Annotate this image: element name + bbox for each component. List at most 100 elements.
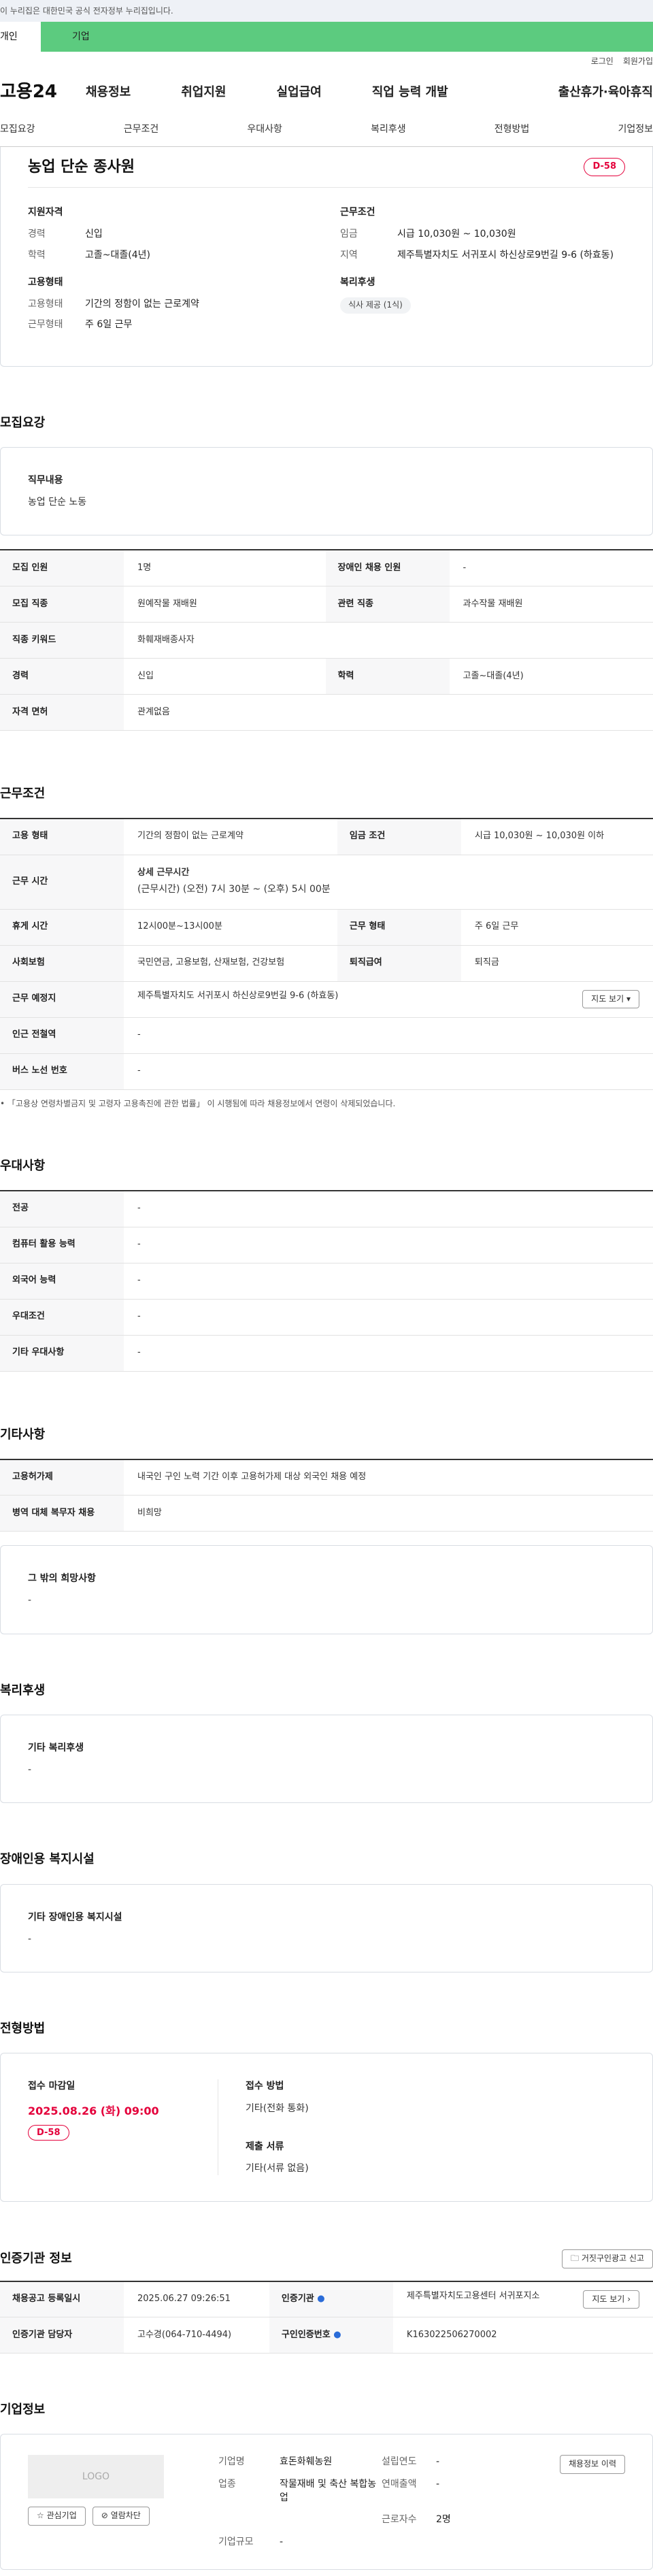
block-company-button[interactable]: ⊘ 열람차단 [92,2507,150,2526]
emp-key: 고용형태 [28,299,63,310]
table-row: 전공 - [0,1191,653,1227]
qualification-title: 지원자격 [28,207,63,218]
cell-value: 원예작물 재배원 [124,586,326,623]
tab-recruit[interactable]: 모집요강 [0,122,35,136]
site-logo[interactable]: 고용24 [0,80,86,105]
topbar: 로그인 회원가입 [0,52,653,72]
agency-table: 채용공고 등록일시 2025.06.27 09:26:51 인증기관 ● 제주특별… [0,2280,653,2354]
company-logo: LOGO [28,2455,164,2499]
cell-key: 모집 직종 [0,586,124,623]
company-employees: 2명 [436,2514,451,2526]
cell-value: 관계없음 [124,694,653,731]
cell-value: 내국인 구인 노력 기간 이후 고용허가제 대상 외국인 채용 예정 [124,1459,653,1496]
table-row: 기타 우대사항 - [0,1335,653,1372]
table-row: 외국어 능력 - [0,1263,653,1300]
cell-key: 근무 시간 [0,855,124,910]
recruit-title: 모집요강 [0,415,46,430]
nav-jobs[interactable]: 채용정보 [86,84,131,101]
cell-key: 직종 키워드 [0,622,124,659]
deadline-value: 2025.08.26 (화) 09:00 [28,2104,159,2117]
tab-welfare[interactable]: 복리후생 [371,122,406,136]
qualification-block: 지원자격 경력 신입 학력 고졸~대졸(4년) [28,205,313,262]
cell-value: - [124,1227,653,1264]
table-row: 채용공고 등록일시 2025.06.27 09:26:51 인증기관 ● 제주특별… [0,2281,653,2318]
company-size: - [280,2536,284,2547]
cert-no-key-label: 구인인증번호 [281,2329,331,2340]
deadline-dday-badge: D-58 [28,2124,69,2141]
emp-key: 근무형태 [28,319,63,331]
table-row: 컴퓨터 활용 능력 - [0,1227,653,1264]
cell-key: 고용 형태 [0,819,124,855]
nav-employment-support[interactable]: 취업지원 [181,84,226,101]
disabled-box-title: 기타 장애인용 복지시설 [28,1911,122,1923]
wish-box: 그 밖의 희망사항 - [0,1545,653,1634]
employment-title: 고용형태 [28,276,63,288]
signup-link[interactable]: 회원가입 [623,56,653,67]
duty-box: 직무내용 농업 단순 노동 [0,446,653,536]
company-title: 기업정보 [0,2402,46,2417]
welfare-section-title: 복리후생 [0,1683,46,1698]
table-row: 휴게 시간 12시00분~13시00분 근무 형태 주 6일 근무 [0,909,653,946]
welfare-box: 기타 복리후생 - [0,1714,653,1804]
method-docs-label: 제출 서류 [246,2141,284,2152]
cell-key: 전공 [0,1191,124,1227]
tab-company[interactable]: 기업정보 [618,122,653,136]
company-sales: - [436,2478,440,2490]
org-map-button[interactable]: 지도 보기 › [583,2290,639,2309]
cond-value: 시급 10,030원 ~ 10,030원 [397,229,516,240]
tab-work[interactable]: 근무조건 [124,122,159,136]
cell-value: - [124,1335,653,1372]
summary-card: 농업 단순 종사원 D-58 지원자격 경력 신입 학력 고졸~대졸(4년) 고용형… [0,147,653,367]
company-key: 업종 [218,2478,236,2490]
folder-icon: 🗀 [571,2253,580,2264]
company-box: LOGO ☆ 관심기업 ⊘ 열람차단 기업명 효돈화훼농원 설립연도 - 업종 작물재… [0,2434,653,2570]
cell-key: 학력 [325,658,450,695]
recruit-history-button[interactable]: 채용정보 이력 [559,2455,625,2474]
recruit-table: 모집 인원 1명 장애인 채용 인원 - 모집 직종 원예작물 재배원 관련 직종 과수… [0,549,653,731]
welfare-box-text: - [28,1764,32,1776]
cell-value: 시급 10,030원 ~ 10,030원 이하 [461,819,653,855]
nav-training[interactable]: 직업 능력 개발 [372,84,448,101]
company-key: 설립연도 [382,2456,417,2468]
table-row: 직종 키워드 화훼재배종사자 [0,622,653,659]
report-fake-ad-button[interactable]: 🗀 거짓구인광고 신고 [562,2249,653,2268]
info-icon[interactable]: ● [317,2294,324,2304]
nav-parental-leave[interactable]: 출산휴가·육아휴직 [558,84,653,101]
main-nav: 고용24 채용정보 취업지원 실업급여 직업 능력 개발 출산휴가·육아휴직 [0,72,653,113]
cell-key: 경력 [0,658,124,695]
cell-key: 인근 전철역 [0,1017,124,1054]
login-link[interactable]: 로그인 [591,56,614,67]
company-industry: 작물재배 및 축산 복합농업 [280,2478,377,2503]
qual-key: 학력 [28,249,46,261]
info-icon[interactable]: ● [333,2330,341,2340]
etc-title: 기타사항 [0,1427,46,1442]
tab-personal[interactable]: 개인 [0,22,41,52]
tab-pref[interactable]: 우대사항 [247,122,282,136]
emp-value: 기간의 정함이 없는 근로계약 [85,299,199,310]
cell-value: 퇴직금 [461,945,653,982]
table-row: 자격 면허 관계없음 [0,694,653,731]
cell-value: 주 6일 근무 [461,909,653,946]
tab-business[interactable]: 기업 [41,22,653,52]
table-row: 버스 노선 번호 - [0,1053,653,1090]
map-button[interactable]: 지도 보기 ▾ [582,989,639,1009]
welfare-title: 복리후생 [340,276,375,288]
cell-key: 임금 조건 [337,819,461,855]
agency-title: 인증기관 정보 [0,2251,72,2266]
user-tabs: 개인 기업 [0,22,653,52]
nav-unemployment[interactable]: 실업급여 [277,84,322,101]
favorite-company-button[interactable]: ☆ 관심기업 [28,2507,86,2526]
welfare-box-title: 기타 복리후생 [28,1742,84,1753]
welfare-chip: 식사 제공 (1식) [340,297,411,314]
cell-key: 근무 예정지 [0,981,124,1018]
company-founded: - [436,2456,440,2468]
cell-value: 화훼재배종사자 [124,622,653,659]
cond-key: 임금 [340,229,358,240]
table-row: 고용허가제 내국인 구인 노력 기간 이후 고용허가제 대상 외국인 채용 예정 [0,1459,653,1496]
cell-value: 신입 [124,658,326,695]
cell-value: 과수작물 재배원 [449,586,653,623]
etc-table: 고용허가제 내국인 구인 노력 기간 이후 고용허가제 대상 외국인 채용 예정 … [0,1458,653,1532]
table-row: 근무 예정지 제주특별자치도 서귀포시 하신상로9번길 9-6 (하효동) 지도… [0,981,653,1018]
method-way-label: 접수 방법 [246,2081,284,2092]
tab-method[interactable]: 전형방법 [495,122,530,136]
